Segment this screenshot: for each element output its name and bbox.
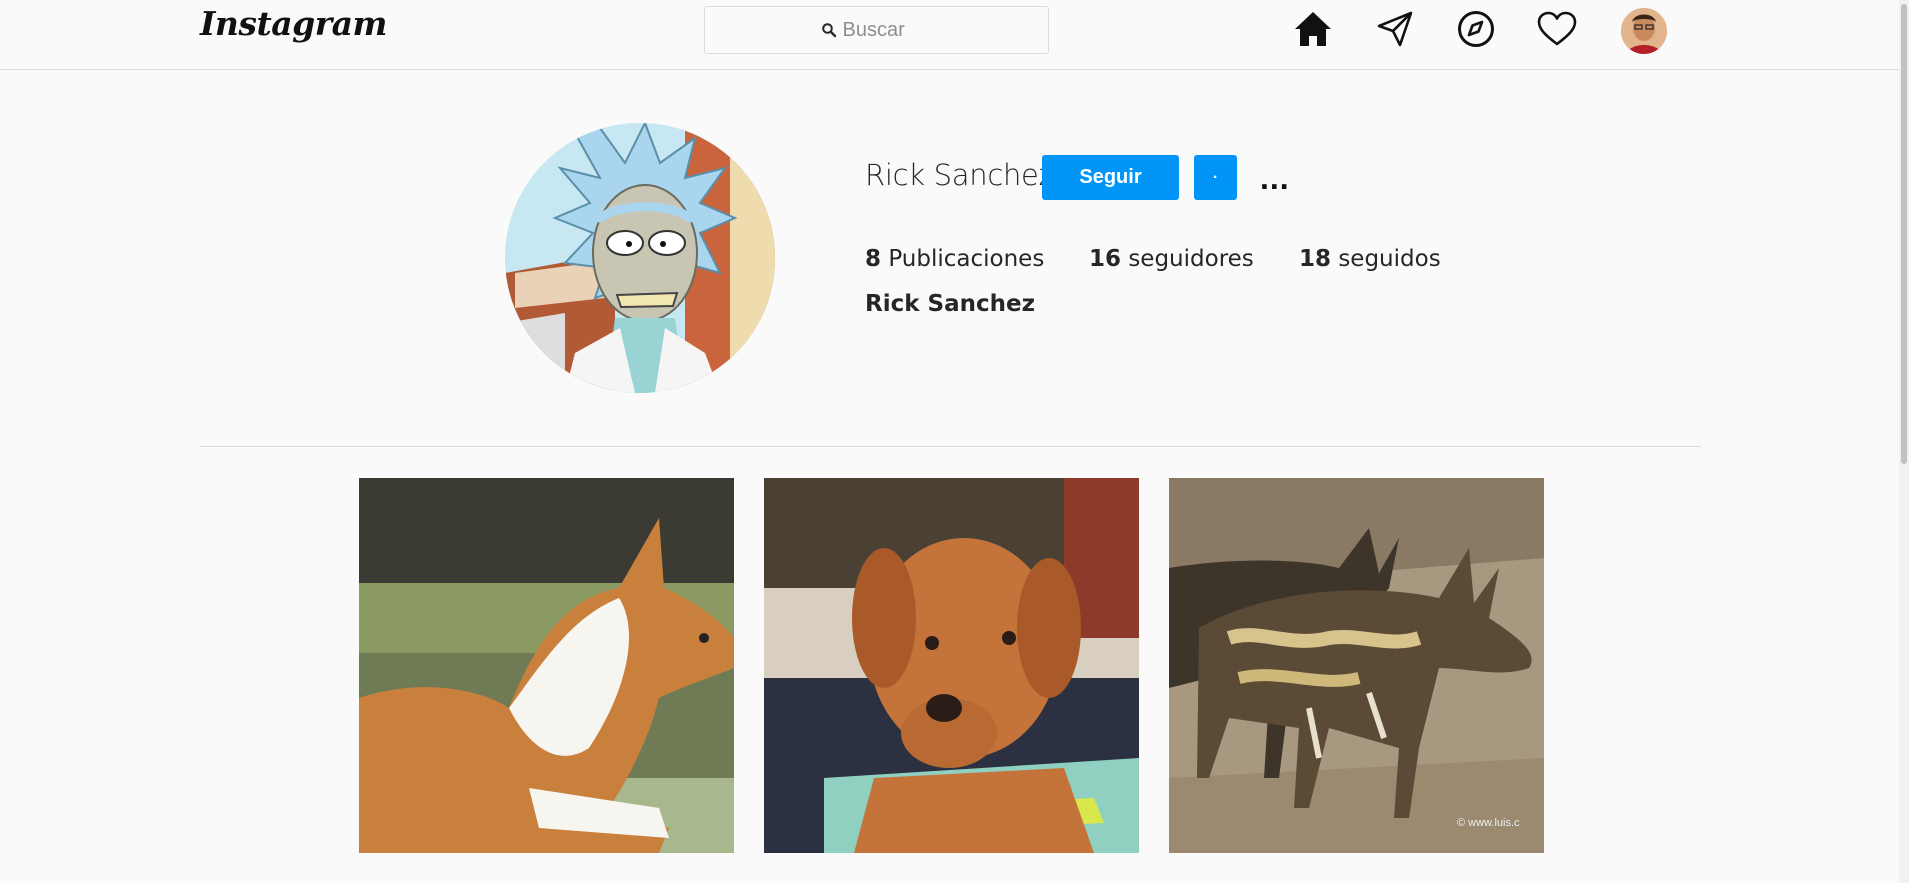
search-input[interactable] [842, 18, 933, 42]
compass-icon[interactable] [1455, 8, 1497, 50]
following-label: seguidos [1338, 246, 1441, 272]
heart-icon[interactable] [1536, 8, 1578, 50]
page-scrollbar[interactable] [1899, 0, 1909, 883]
search-box[interactable] [704, 6, 1049, 54]
posts-label: Publicaciones [888, 246, 1045, 272]
scrollbar-thumb[interactable] [1901, 4, 1907, 464]
post-thumbnail-basenji[interactable] [359, 478, 734, 853]
instagram-logo[interactable]: Instagram [200, 4, 387, 43]
follow-button[interactable]: Seguir [1042, 155, 1179, 200]
avatar[interactable] [1621, 8, 1667, 54]
following-count: 18 [1299, 246, 1332, 272]
followers-label: seguidores [1128, 246, 1254, 272]
following-stat[interactable]: 18 seguidos [1299, 246, 1441, 272]
profile-full-name: Rick Sanchez [865, 291, 1035, 317]
profile-username: Rick Sanchez [865, 158, 1054, 192]
search-icon [821, 23, 836, 38]
top-navigation-bar: Instagram [0, 0, 1909, 70]
profile-picture[interactable] [505, 123, 775, 393]
post-watermark: © www.luis.c [1457, 817, 1520, 829]
followers-stat[interactable]: 16 seguidores [1089, 246, 1254, 272]
posts-count: 8 [865, 246, 882, 272]
section-divider [200, 446, 1701, 447]
home-icon[interactable] [1292, 8, 1334, 50]
suggested-accounts-button[interactable]: · [1194, 155, 1237, 200]
post-thumbnail-ridgeback-puppy[interactable] [764, 478, 1139, 853]
post-thumbnail-wild-dogs[interactable]: © www.luis.c [1169, 478, 1544, 853]
more-options-button[interactable]: ... [1260, 160, 1290, 197]
paper-plane-icon[interactable] [1374, 8, 1416, 50]
followers-count: 16 [1089, 246, 1122, 272]
posts-count-stat: 8 Publicaciones [865, 246, 1044, 272]
